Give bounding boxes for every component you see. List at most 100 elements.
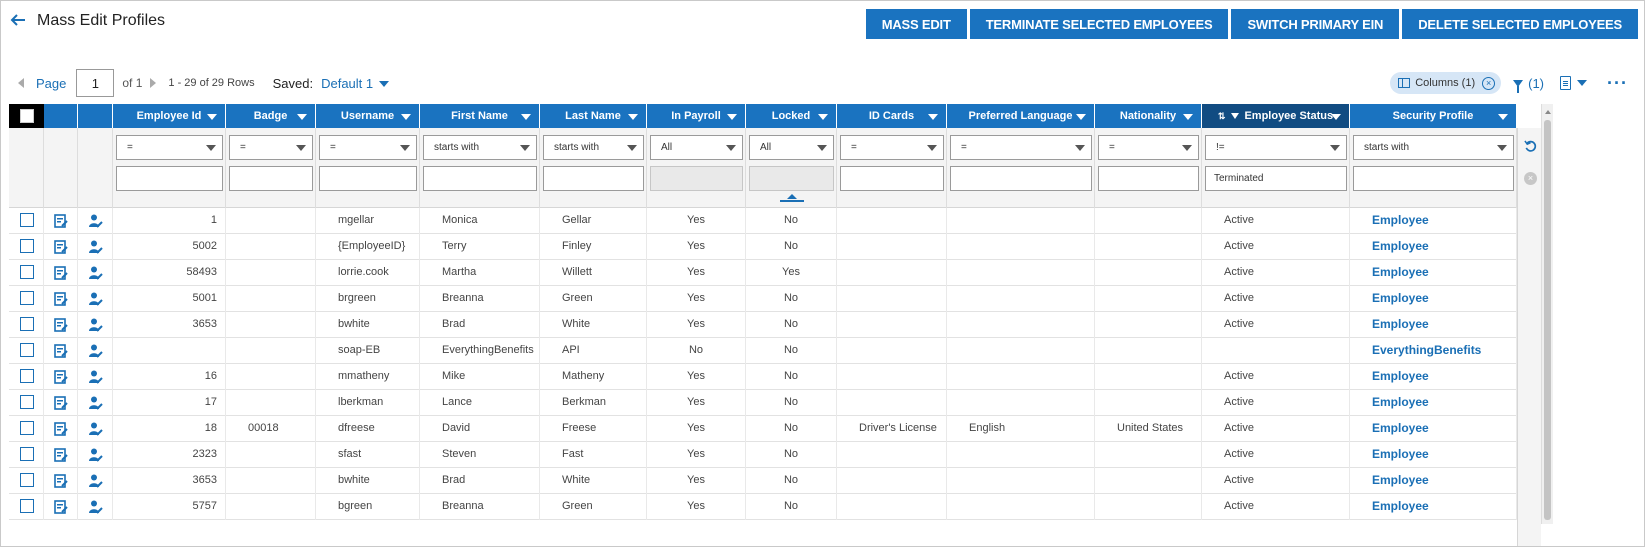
filter-operator-select[interactable]: =	[116, 135, 223, 160]
scroll-up-icon[interactable]	[1545, 110, 1551, 114]
user-edit-icon[interactable]	[88, 265, 104, 281]
columns-chip[interactable]: Columns (1) ×	[1390, 72, 1502, 94]
user-edit-icon[interactable]	[88, 291, 104, 307]
user-edit-icon[interactable]	[88, 499, 104, 515]
cell-security-profile[interactable]: EverythingBenefits	[1350, 338, 1517, 364]
column-menu-icon[interactable]	[727, 114, 737, 120]
filter-operator-select[interactable]: =	[1098, 135, 1199, 160]
column-menu-icon[interactable]	[207, 114, 217, 120]
user-edit-icon[interactable]	[88, 447, 104, 463]
row-checkbox[interactable]	[20, 343, 34, 357]
column-menu-icon[interactable]	[297, 114, 307, 120]
filter-value-input[interactable]: Terminated	[1205, 166, 1347, 191]
row-checkbox[interactable]	[20, 395, 34, 409]
column-header-first-name[interactable]: First Name	[420, 104, 540, 128]
column-header-nationality[interactable]: Nationality	[1095, 104, 1202, 128]
edit-profile-icon[interactable]	[54, 474, 68, 488]
edit-profile-icon[interactable]	[54, 448, 68, 462]
column-menu-icon[interactable]	[1076, 114, 1086, 120]
cell-security-profile[interactable]: Employee	[1350, 494, 1517, 520]
column-menu-icon[interactable]	[401, 114, 411, 120]
cell-security-profile[interactable]: Employee	[1350, 390, 1517, 416]
cell-security-profile[interactable]: Employee	[1350, 260, 1517, 286]
row-checkbox[interactable]	[20, 473, 34, 487]
filter-value-input[interactable]	[1353, 166, 1514, 191]
back-arrow-icon[interactable]	[9, 11, 27, 29]
filter-operator-select[interactable]: =	[840, 135, 944, 160]
filter-operator-select[interactable]: starts with	[543, 135, 644, 160]
user-edit-icon[interactable]	[88, 343, 104, 359]
user-edit-icon[interactable]	[88, 239, 104, 255]
filter-value-input[interactable]	[319, 166, 417, 191]
scroll-thumb[interactable]	[1544, 120, 1551, 520]
edit-profile-icon[interactable]	[54, 266, 68, 280]
filter-value-input[interactable]	[423, 166, 537, 191]
page-number-input[interactable]	[76, 69, 115, 97]
mass-edit-button[interactable]: MASS EDIT	[865, 9, 967, 39]
switch-primary-ein-button[interactable]: SWITCH PRIMARY EIN	[1231, 9, 1400, 39]
column-header-in-payroll[interactable]: In Payroll	[647, 104, 746, 128]
row-checkbox[interactable]	[20, 291, 34, 305]
filter-value-input[interactable]	[116, 166, 223, 191]
column-header-id-cards[interactable]: ID Cards	[837, 104, 947, 128]
column-header-security-profile[interactable]: Security Profile	[1350, 104, 1517, 128]
collapse-filters-icon[interactable]	[779, 194, 804, 202]
cell-security-profile[interactable]: Employee	[1350, 312, 1517, 338]
row-checkbox[interactable]	[20, 447, 34, 461]
cell-security-profile[interactable]: Employee	[1350, 442, 1517, 468]
cell-security-profile[interactable]: Employee	[1350, 364, 1517, 390]
column-menu-icon[interactable]	[628, 114, 638, 120]
column-menu-icon[interactable]	[1331, 114, 1341, 120]
user-edit-icon[interactable]	[88, 395, 104, 411]
filter-operator-select[interactable]: =	[950, 135, 1092, 160]
column-header-locked[interactable]: Locked	[746, 104, 837, 128]
row-checkbox[interactable]	[20, 369, 34, 383]
terminate-selected-button[interactable]: TERMINATE SELECTED EMPLOYEES	[969, 9, 1229, 39]
row-checkbox[interactable]	[20, 239, 34, 253]
edit-profile-icon[interactable]	[54, 396, 68, 410]
edit-profile-icon[interactable]	[54, 292, 68, 306]
edit-profile-icon[interactable]	[54, 500, 68, 514]
clear-columns-icon[interactable]: ×	[1482, 76, 1496, 90]
edit-profile-icon[interactable]	[54, 240, 68, 254]
user-edit-icon[interactable]	[88, 213, 104, 229]
user-edit-icon[interactable]	[88, 317, 104, 333]
edit-profile-icon[interactable]	[54, 422, 68, 436]
user-edit-icon[interactable]	[88, 369, 104, 385]
filter-operator-select[interactable]: All	[650, 135, 743, 160]
user-edit-icon[interactable]	[88, 421, 104, 437]
reset-filters-icon[interactable]	[1524, 140, 1537, 153]
column-header-badge[interactable]: Badge	[226, 104, 316, 128]
vertical-scrollbar[interactable]	[1541, 104, 1553, 524]
row-checkbox[interactable]	[20, 421, 34, 435]
cell-security-profile[interactable]: Employee	[1350, 286, 1517, 312]
clear-filters-icon[interactable]: ×	[1524, 172, 1537, 185]
edit-profile-icon[interactable]	[54, 318, 68, 332]
column-header-username[interactable]: Username	[316, 104, 420, 128]
filter-operator-select[interactable]: All	[749, 135, 834, 160]
delete-selected-button[interactable]: DELETE SELECTED EMPLOYEES	[1402, 9, 1638, 39]
column-header-preferred-language[interactable]: Preferred Language	[947, 104, 1095, 128]
filter-operator-select[interactable]: =	[319, 135, 417, 160]
select-all-checkbox[interactable]	[20, 109, 34, 123]
filter-operator-select[interactable]: =	[229, 135, 313, 160]
saved-view-dropdown[interactable]: Default 1	[321, 76, 390, 91]
column-menu-icon[interactable]	[818, 114, 828, 120]
cell-security-profile[interactable]: Employee	[1350, 468, 1517, 494]
column-header-employee-id[interactable]: Employee Id	[113, 104, 226, 128]
column-menu-icon[interactable]	[1183, 114, 1193, 120]
next-page-icon[interactable]	[150, 78, 157, 88]
edit-profile-icon[interactable]	[54, 214, 68, 228]
cell-security-profile[interactable]: Employee	[1350, 416, 1517, 442]
filter-value-input[interactable]	[950, 166, 1092, 191]
prev-page-icon[interactable]	[18, 78, 24, 88]
filter-operator-select[interactable]: starts with	[423, 135, 537, 160]
row-checkbox[interactable]	[20, 213, 34, 227]
column-header-last-name[interactable]: Last Name	[540, 104, 647, 128]
column-menu-icon[interactable]	[928, 114, 938, 120]
cell-security-profile[interactable]: Employee	[1350, 208, 1517, 234]
edit-profile-icon[interactable]	[54, 370, 68, 384]
column-header-employee-status[interactable]: ⇅ Employee Status	[1202, 104, 1350, 128]
filter-operator-select[interactable]: starts with	[1353, 135, 1514, 160]
row-checkbox[interactable]	[20, 265, 34, 279]
